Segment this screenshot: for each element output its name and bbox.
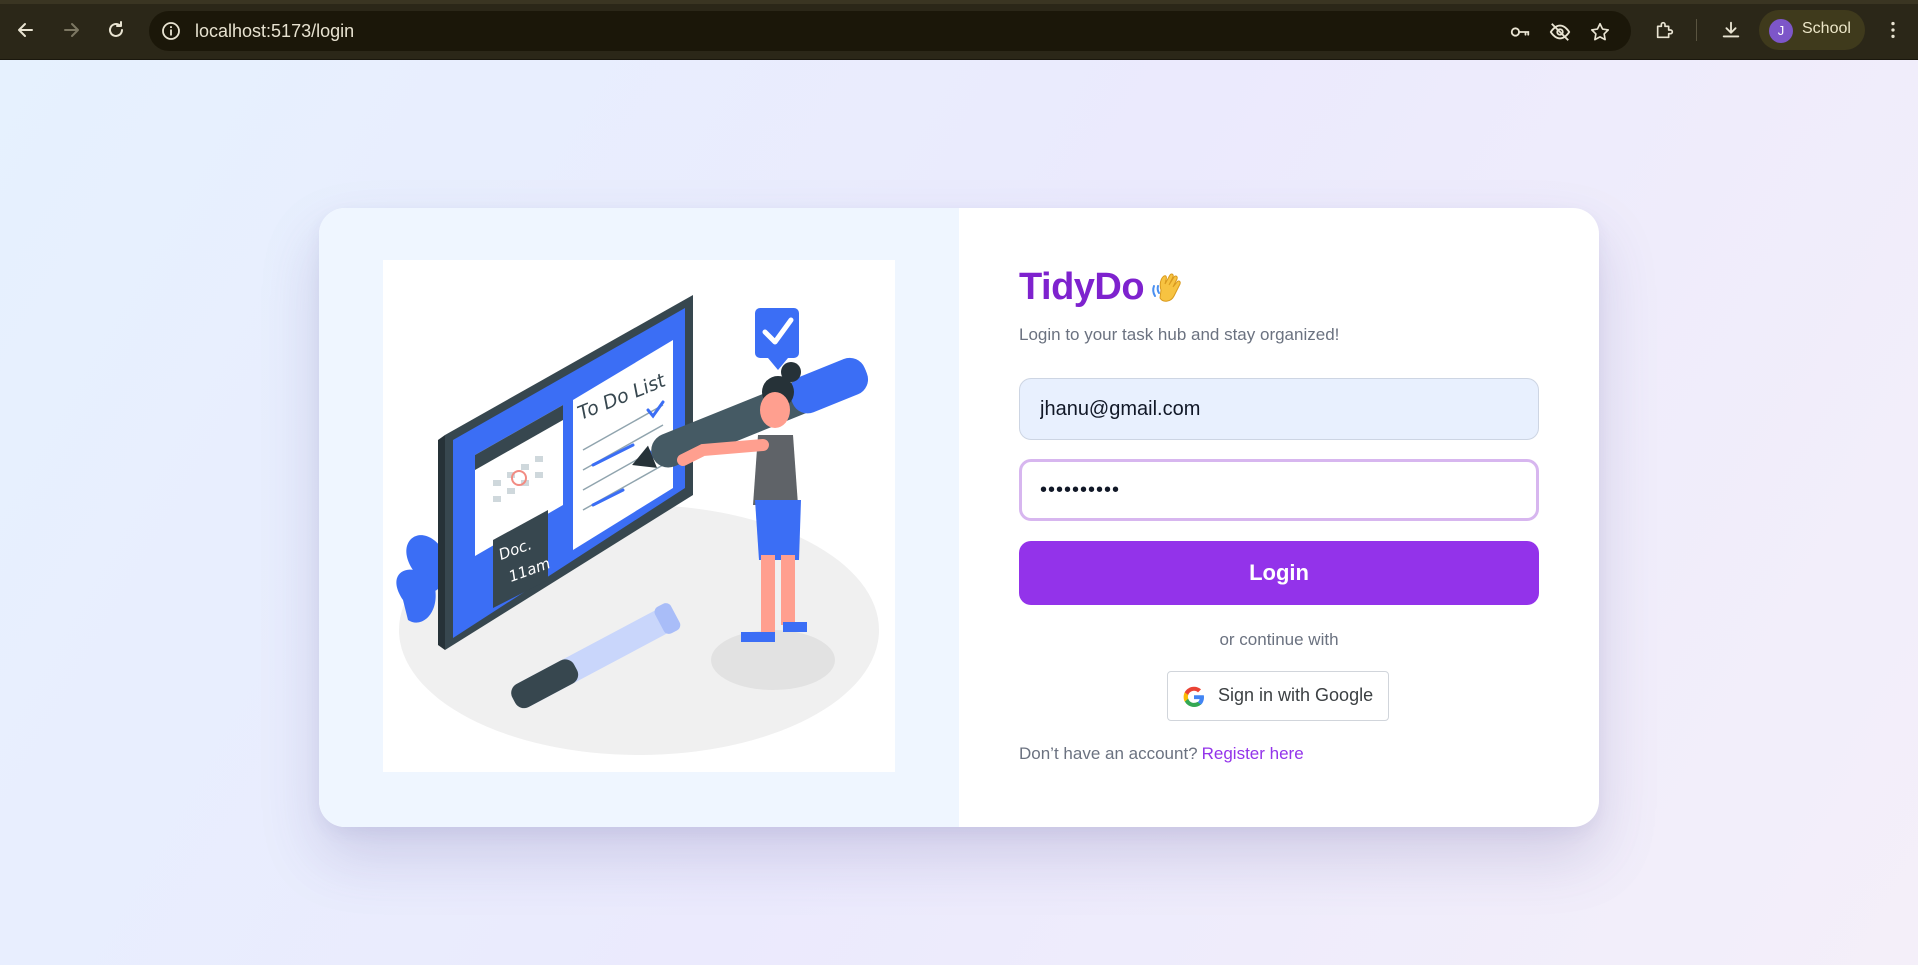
profile-avatar: J: [1769, 19, 1793, 43]
todo-board-illustration: Doc. 11am To Do List: [396, 295, 879, 755]
bookmark-star-icon[interactable]: [1589, 21, 1611, 43]
google-signin-label: Sign in with Google: [1218, 685, 1374, 705]
password-input[interactable]: [1019, 459, 1539, 521]
forward-button[interactable]: [55, 14, 87, 46]
reload-button[interactable]: [100, 14, 132, 46]
tab-strip-edge: [0, 0, 1918, 4]
page-background: Doc. 11am To Do List TidyDo Login to you…: [0, 60, 1918, 965]
illustration-panel: Doc. 11am To Do List: [319, 208, 959, 827]
url-text: localhost:5173/login: [195, 21, 355, 41]
browser-toolbar: localhost:5173/login J School: [0, 0, 1918, 60]
register-link[interactable]: Register here: [1202, 744, 1304, 763]
toolbar-divider: [1696, 19, 1697, 41]
profile-chip[interactable]: J School: [1759, 10, 1865, 50]
google-logo-icon: [1182, 685, 1206, 713]
back-arrow-icon: [18, 23, 33, 37]
google-signin-button[interactable]: Sign in with Google: [1167, 671, 1389, 721]
reload-icon: [109, 21, 123, 37]
address-bar[interactable]: localhost:5173/login: [149, 11, 1631, 51]
forward-arrow-icon: [64, 23, 79, 37]
kebab-menu-icon[interactable]: [1878, 15, 1908, 45]
login-card: Doc. 11am To Do List TidyDo Login to you…: [319, 208, 1599, 827]
register-prompt: Don’t have an account?: [1019, 744, 1198, 763]
extensions-puzzle-icon[interactable]: [1650, 15, 1680, 45]
eye-off-icon[interactable]: [1549, 21, 1571, 43]
email-input[interactable]: [1019, 378, 1539, 440]
site-info-icon[interactable]: [161, 21, 181, 45]
profile-name: School: [1802, 20, 1851, 37]
divider-text: or continue with: [1219, 630, 1339, 649]
login-button[interactable]: Login: [1019, 541, 1539, 605]
login-form-panel: TidyDo Login to your task hub and stay o…: [959, 208, 1599, 827]
download-icon[interactable]: [1716, 15, 1746, 45]
brand-title: TidyDo: [1019, 266, 1145, 308]
todo-illustration: Doc. 11am To Do List: [383, 260, 895, 772]
register-line: Don’t have an account? Register here: [1019, 744, 1304, 764]
login-subtitle: Login to your task hub and stay organize…: [1019, 325, 1340, 344]
back-button[interactable]: [10, 14, 42, 46]
password-key-icon[interactable]: [1509, 21, 1531, 43]
waving-hand-icon: [1149, 266, 1191, 312]
